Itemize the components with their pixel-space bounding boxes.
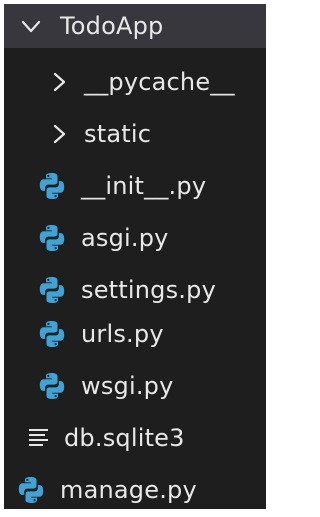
folder-row-pycache[interactable]: __pycache__ [4, 57, 266, 107]
python-file-icon [37, 223, 67, 253]
folder-label: TodoApp [60, 12, 164, 40]
file-explorer-tree: TodoApp __pycache__ static __init__.py a… [4, 4, 266, 509]
lines-file-icon [24, 423, 54, 453]
file-row-settings[interactable]: settings.py [4, 265, 266, 315]
file-label: settings.py [81, 276, 216, 304]
file-row-db-sqlite3[interactable]: db.sqlite3 [4, 413, 266, 463]
file-label: asgi.py [81, 224, 169, 252]
file-label: wsgi.py [81, 372, 174, 400]
python-file-icon [37, 275, 67, 305]
chevron-right-icon[interactable] [48, 123, 70, 145]
folder-label: __pycache__ [84, 68, 235, 96]
chevron-right-icon[interactable] [48, 71, 70, 93]
file-label: db.sqlite3 [64, 424, 185, 452]
python-file-icon [16, 475, 46, 505]
folder-row-static[interactable]: static [4, 109, 266, 159]
python-file-icon [37, 171, 67, 201]
file-label: manage.py [60, 476, 197, 504]
file-label: urls.py [81, 320, 164, 348]
file-row-urls[interactable]: urls.py [4, 309, 266, 359]
file-row-asgi[interactable]: asgi.py [4, 213, 266, 263]
file-row-manage[interactable]: manage.py [4, 465, 266, 509]
python-file-icon [37, 319, 67, 349]
folder-row-todoapp[interactable]: TodoApp [4, 4, 266, 48]
folder-label: static [84, 120, 152, 148]
file-label: __init__.py [81, 172, 207, 200]
python-file-icon [37, 371, 67, 401]
file-row-wsgi[interactable]: wsgi.py [4, 361, 266, 411]
chevron-down-icon[interactable] [20, 15, 42, 37]
file-row-init[interactable]: __init__.py [4, 161, 266, 211]
